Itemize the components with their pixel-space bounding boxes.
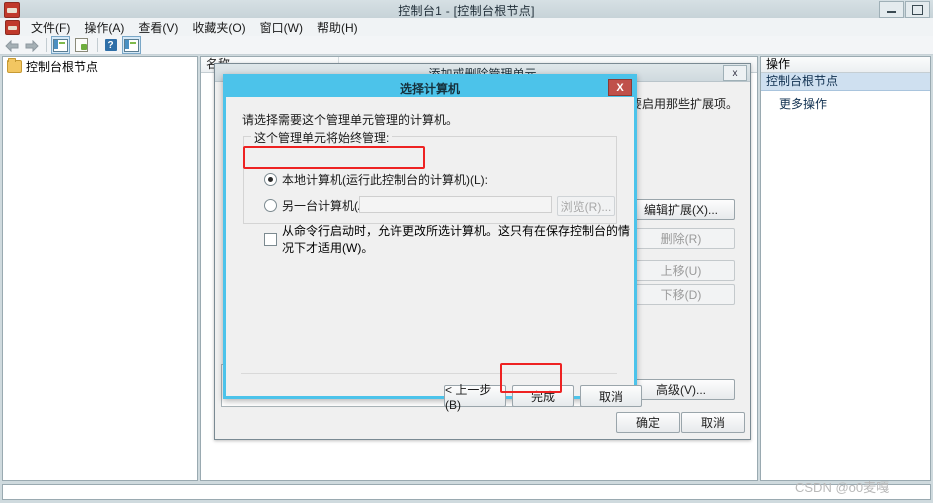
forward-arrow-icon[interactable] [23,38,40,53]
back-arrow-icon[interactable] [4,38,21,53]
allow-override-label: 从命令行启动时，允许更改所选计算机。这只有在保存控制台的情况下才适用(W)。 [282,224,631,255]
another-computer-input[interactable] [359,196,552,213]
status-bar [2,484,931,500]
advanced-button[interactable]: 高级(V)... [627,379,735,400]
menu-favorites[interactable]: 收藏夹(O) [185,18,252,37]
move-down-button: 下移(D) [627,284,735,305]
help-icon[interactable]: ? [102,37,119,53]
radio-another-computer[interactable]: 另一台计算机(A): [264,197,373,214]
restore-icon [912,4,923,15]
radio-local-computer[interactable]: 本地计算机(运行此控制台的计算机)(L): [264,171,488,188]
document-app-icon [5,19,20,35]
window-controls [879,1,930,18]
console-tree-pane: 控制台根节点 [2,56,198,481]
select-computer-instruction: 请选择需要这个管理单元管理的计算机。 [242,113,459,127]
export-list-icon[interactable] [73,37,90,53]
add-remove-snapin-description: 要启用那些扩展项。 [630,97,739,111]
radio-local-computer-label: 本地计算机(运行此控制台的计算机)(L): [282,173,488,187]
allow-override-checkbox[interactable] [264,232,277,246]
folder-icon [7,58,22,73]
application-window: 控制台1 - [控制台根节点] 文件(F) 操作(A) 查看(V) 收藏夹(O)… [0,0,933,503]
watermark: CSDN @o0麦嘎 [795,480,890,495]
select-computer-body: 请选择需要这个管理单元管理的计算机。 这个管理单元将始终管理: 本地计算机(运行… [229,97,642,412]
finish-button[interactable]: 完成 [512,385,574,407]
manage-scope-group-label: 这个管理单元将始终管理: [251,129,393,146]
radio-another-computer-indicator [264,199,277,212]
dialog-divider [241,373,617,374]
cancel-button[interactable]: 取消 [681,412,745,433]
actions-pane-title: 控制台根节点 [761,73,930,91]
toolbar-separator-2 [97,38,98,52]
browse-button: 浏览(R)... [557,196,615,216]
menu-action[interactable]: 操作(A) [77,18,131,37]
actions-pane-header: 操作 [761,57,930,73]
menu-help[interactable]: 帮助(H) [310,18,365,37]
menu-view[interactable]: 查看(V) [131,18,185,37]
select-computer-title: 选择计算机 [399,82,460,96]
ok-button[interactable]: 确定 [616,412,680,433]
window-title: 控制台1 - [控制台根节点] [398,4,535,18]
toolbar: ? [0,36,933,55]
restore-button[interactable] [905,1,930,18]
allow-override-checkbox-row[interactable]: 从命令行启动时，允许更改所选计算机。这只有在保存控制台的情况下才适用(W)。 [264,222,631,256]
minimize-button[interactable] [879,1,904,18]
cancel-button[interactable]: 取消 [580,385,642,407]
select-computer-dialog: 选择计算机 X 请选择需要这个管理单元管理的计算机。 这个管理单元将始终管理: … [223,74,642,412]
close-icon[interactable]: x [723,65,747,81]
actions-pane: 操作 控制台根节点 更多操作 [760,56,931,481]
window-title-bar: 控制台1 - [控制台根节点] [0,0,933,19]
close-icon[interactable]: X [608,79,632,96]
menu-bar: 文件(F) 操作(A) 查看(V) 收藏夹(O) 窗口(W) 帮助(H) [0,18,933,37]
show-hide-tree-icon[interactable] [51,36,70,54]
select-computer-title-bar: 选择计算机 X [226,77,634,97]
remove-button: 删除(R) [627,228,735,249]
new-window-icon[interactable] [122,36,141,54]
menu-window[interactable]: 窗口(W) [253,18,310,37]
back-button[interactable]: < 上一步(B) [444,383,506,412]
toolbar-separator-1 [46,38,47,52]
move-up-button: 上移(U) [627,260,735,281]
tree-item-console-root[interactable]: 控制台根节点 [3,58,197,74]
tree-item-label: 控制台根节点 [26,60,99,74]
minimize-icon [887,11,896,13]
radio-local-computer-indicator [264,173,277,186]
action-more-actions[interactable]: 更多操作 [761,91,930,112]
edit-extensions-button[interactable]: 编辑扩展(X)... [627,199,735,220]
menu-file[interactable]: 文件(F) [24,18,77,37]
